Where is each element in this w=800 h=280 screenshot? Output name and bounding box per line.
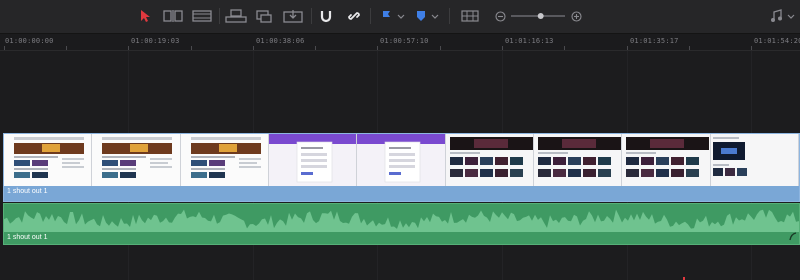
toolbar-divider: [219, 8, 220, 24]
audio-clip-label: 1 shout out 1: [7, 234, 48, 241]
selection-arrow-icon[interactable]: [138, 7, 152, 25]
timeline-ruler[interactable]: 01:00:00:00 01:00:19:03 01:00:38:06 01:0…: [0, 34, 800, 51]
trim-edit-icon[interactable]: [163, 7, 183, 25]
zoom-slider[interactable]: [510, 7, 566, 25]
timeline-toolbar: [0, 0, 800, 34]
overwrite-clip-icon[interactable]: [225, 7, 247, 25]
video-clip-thumbnails: [4, 134, 799, 186]
ruler-tick: [315, 46, 316, 50]
dynamic-trim-icon[interactable]: [192, 7, 212, 25]
ruler-timecode: 01:01:54:20: [754, 37, 800, 45]
video-clip-label: 1 shout out 1: [7, 188, 48, 195]
audio-note-icon[interactable]: [770, 7, 796, 25]
video-thumbnail: [445, 134, 534, 186]
ruler-timecode: 01:00:38:06: [256, 37, 305, 45]
video-thumbnail: [268, 134, 358, 186]
ruler-tick: [191, 46, 192, 50]
video-thumbnail: [357, 134, 446, 186]
ruler-tick: [66, 46, 67, 50]
ruler-timecode: 01:01:16:13: [505, 37, 554, 45]
video-thumbnail: [622, 134, 711, 186]
video-thumbnail: [710, 134, 799, 186]
ruler-tick: [128, 46, 129, 50]
snapping-magnet-icon[interactable]: [318, 7, 334, 25]
video-clip[interactable]: 1 shout out 1: [3, 133, 800, 202]
audio-fade-handle-icon[interactable]: [789, 232, 797, 241]
ruler-tick: [377, 46, 378, 50]
ruler-tick: [627, 46, 628, 50]
ruler-timecode: 01:00:19:03: [131, 37, 180, 45]
toolbar-divider: [370, 8, 371, 24]
replace-clip-icon[interactable]: [256, 7, 272, 25]
video-thumbnail: [533, 134, 623, 186]
ruler-tick: [502, 46, 503, 50]
zoom-out-icon[interactable]: [494, 7, 506, 25]
flag-icon[interactable]: [380, 7, 406, 25]
marker-icon[interactable]: [414, 7, 440, 25]
ruler-timecode: 01:00:57:10: [380, 37, 429, 45]
zoom-in-icon[interactable]: [570, 7, 582, 25]
ruler-tick: [689, 46, 690, 50]
toolbar-divider: [311, 8, 312, 24]
ruler-tick: [564, 46, 565, 50]
clip-height-icon[interactable]: [461, 7, 479, 25]
place-on-top-icon[interactable]: [283, 7, 303, 25]
ruler-timecode: 01:01:35:17: [630, 37, 679, 45]
linked-selection-icon[interactable]: [346, 7, 362, 25]
video-thumbnail: [180, 134, 269, 186]
ruler-tick: [440, 46, 441, 50]
ruler-timecode: 01:00:00:00: [5, 37, 54, 45]
ruler-tick: [751, 46, 752, 50]
audio-waveform: [4, 209, 799, 232]
video-thumbnail: [4, 134, 93, 186]
video-thumbnail: [92, 134, 181, 186]
toolbar-divider: [449, 8, 450, 24]
ruler-tick: [4, 46, 5, 50]
zoom-slider-handle: [537, 13, 544, 19]
ruler-tick: [253, 46, 254, 50]
audio-clip[interactable]: 1 shout out 1: [3, 203, 800, 245]
